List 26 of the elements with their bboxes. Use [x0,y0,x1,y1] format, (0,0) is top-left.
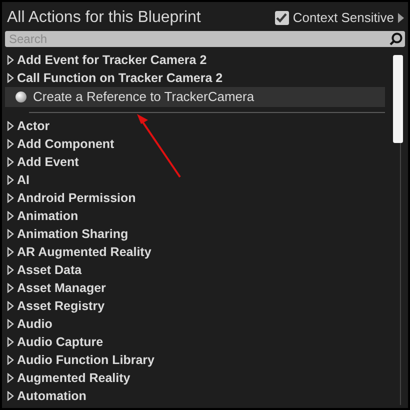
category-item[interactable]: Audio [5,315,385,333]
category-item[interactable]: Audio Capture [5,333,385,351]
category-item[interactable]: AR Augmented Reality [5,243,385,261]
category-item[interactable]: Augmented Reality [5,369,385,387]
sphere-icon [15,91,27,103]
category-item[interactable]: Automation [5,387,385,405]
action-item[interactable]: Create a Reference to TrackerCamera [5,87,385,107]
category-item[interactable]: Add Component [5,135,385,153]
category-item[interactable]: Audio Function Library [5,351,385,369]
category-item[interactable]: Call Function on Tracker Camera 2 [5,69,385,87]
category-item[interactable]: Android Permission [5,189,385,207]
search-icon[interactable] [389,32,403,46]
context-checkbox[interactable] [274,11,289,25]
category-item[interactable]: Animation [5,207,385,225]
panel-title: All Actions for this Blueprint [7,8,201,28]
category-item[interactable]: Animation Sharing [5,225,385,243]
category-item[interactable]: Actor [5,117,385,135]
category-item[interactable]: Add Event for Tracker Camera 2 [5,51,385,69]
category-item[interactable]: Asset Manager [5,279,385,297]
expand-arrow-icon[interactable] [398,13,404,23]
category-item[interactable]: AI [5,171,385,189]
category-item[interactable]: Asset Data [5,261,385,279]
checkbox-label: Context Sensitive [292,9,394,28]
category-item[interactable]: Asset Registry [5,297,385,315]
category-item[interactable]: Add Event [5,153,385,171]
scrollbar-thumb[interactable] [393,55,403,143]
